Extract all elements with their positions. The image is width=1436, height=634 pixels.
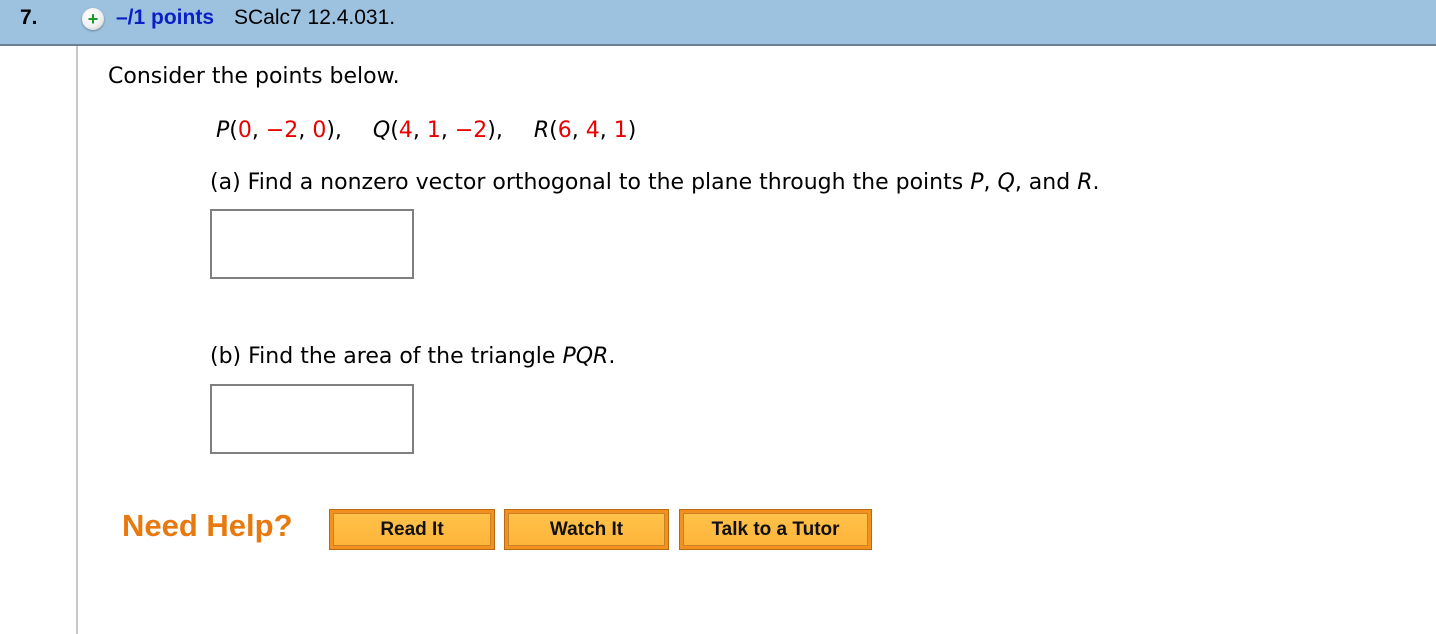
need-help-label: Need Help? xyxy=(122,508,293,543)
part-b-answer-input[interactable] xyxy=(210,384,414,454)
question-intro: Consider the points below. xyxy=(108,64,400,89)
question-source: SCalc7 12.4.031. xyxy=(234,6,396,29)
point-p: P(0, −2, 0), xyxy=(216,118,342,143)
points-label[interactable]: –/1 points xyxy=(116,6,214,30)
points-list: P(0, −2, 0), Q(4, 1, −2), R(6, 4, 1) xyxy=(216,118,636,143)
expand-button[interactable]: + xyxy=(82,8,104,30)
plus-icon: + xyxy=(87,8,99,29)
part-b-prompt: (b) Find the area of the triangle PQR. xyxy=(210,344,616,369)
point-q: Q(4, 1, −2), xyxy=(372,118,503,143)
watch-it-button[interactable]: Watch It xyxy=(504,509,669,550)
read-it-button[interactable]: Read It xyxy=(329,509,495,550)
question-header: 7. + –/1 points SCalc7 12.4.031. xyxy=(0,0,1436,46)
part-a-prompt: (a) Find a nonzero vector orthogonal to … xyxy=(210,170,1100,195)
left-divider xyxy=(76,46,78,634)
talk-to-tutor-button[interactable]: Talk to a Tutor xyxy=(679,509,872,550)
part-a-answer-input[interactable] xyxy=(210,209,414,279)
point-r: R(6, 4, 1) xyxy=(533,118,637,143)
question-number: 7. xyxy=(20,6,38,29)
